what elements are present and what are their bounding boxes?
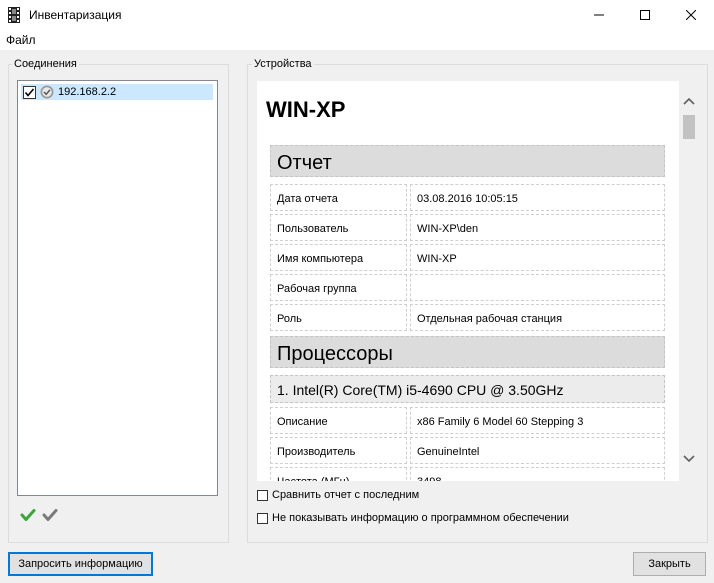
menu-bar: Файл bbox=[0, 30, 714, 50]
close-button[interactable]: Закрыть bbox=[633, 552, 706, 576]
window-title: Инвентаризация bbox=[29, 8, 122, 22]
report-view[interactable]: WIN-XP Отчет Дата отчета 03.08.2016 10:0… bbox=[257, 81, 679, 481]
film-icon bbox=[8, 7, 20, 23]
section-report: Отчет bbox=[270, 145, 665, 177]
table-row: Имя компьютера WIN-XP bbox=[270, 244, 665, 271]
maximize-icon bbox=[640, 10, 650, 20]
connections-list[interactable]: 192.168.2.2 bbox=[17, 80, 218, 496]
title-bar: Инвентаризация bbox=[0, 0, 714, 30]
row-value: 03.08.2016 10:05:15 bbox=[410, 184, 665, 211]
row-value bbox=[410, 274, 665, 301]
table-row: Дата отчета 03.08.2016 10:05:15 bbox=[270, 184, 665, 211]
row-label: Роль bbox=[270, 304, 407, 331]
processor-subtitle: 1. Intel(R) Core(TM) i5-4690 CPU @ 3.50G… bbox=[270, 375, 665, 403]
hide-software-checkbox[interactable] bbox=[257, 513, 268, 524]
report-scrollbar[interactable] bbox=[679, 92, 698, 469]
row-label: Пользователь bbox=[270, 214, 407, 241]
row-value: WIN-XP bbox=[410, 244, 665, 271]
devices-label: Устройства bbox=[252, 58, 314, 70]
gray-check-icon[interactable] bbox=[42, 507, 58, 523]
section-processors: Процессоры bbox=[270, 336, 665, 368]
close-window-button[interactable] bbox=[668, 0, 714, 30]
row-value: Отдельная рабочая станция bbox=[410, 304, 665, 331]
table-row: Описание x86 Family 6 Model 60 Stepping … bbox=[270, 407, 665, 434]
compare-checkbox[interactable] bbox=[257, 490, 268, 501]
request-info-button[interactable]: Запросить информацию bbox=[8, 552, 153, 576]
row-value: x86 Family 6 Model 60 Stepping 3 bbox=[410, 407, 665, 434]
row-label: Описание bbox=[270, 407, 407, 434]
row-value: 3498 bbox=[410, 467, 665, 481]
compare-label: Сравнить отчет с последним bbox=[272, 489, 420, 501]
scrollbar-thumb[interactable] bbox=[683, 115, 695, 139]
row-label: Дата отчета bbox=[270, 184, 407, 211]
check-circle-icon bbox=[40, 85, 54, 99]
minimize-button[interactable] bbox=[576, 0, 622, 30]
maximize-button[interactable] bbox=[622, 0, 668, 30]
chevron-down-icon[interactable] bbox=[683, 455, 695, 463]
row-value: GenuineIntel bbox=[410, 437, 665, 464]
connections-label: Соединения bbox=[12, 58, 79, 70]
chevron-up-icon[interactable] bbox=[683, 97, 695, 105]
connection-item[interactable]: 192.168.2.2 bbox=[21, 84, 213, 100]
table-row: Производитель GenuineIntel bbox=[270, 437, 665, 464]
table-row: Рабочая группа bbox=[270, 274, 665, 301]
row-label: Производитель bbox=[270, 437, 407, 464]
minimize-icon bbox=[594, 14, 604, 16]
host-title: WIN-XP bbox=[266, 97, 346, 122]
connection-label: 192.168.2.2 bbox=[58, 86, 117, 98]
row-label: Частота (МГц) bbox=[270, 467, 407, 481]
table-row: Частота (МГц) 3498 bbox=[270, 467, 665, 481]
menu-file[interactable]: Файл bbox=[6, 33, 36, 47]
table-row: Роль Отдельная рабочая станция bbox=[270, 304, 665, 331]
green-check-icon[interactable] bbox=[20, 507, 36, 523]
hide-software-label: Не показывать информацию о программном о… bbox=[272, 512, 569, 524]
close-icon bbox=[686, 10, 696, 20]
row-label: Рабочая группа bbox=[270, 274, 407, 301]
row-label: Имя компьютера bbox=[270, 244, 407, 271]
table-row: Пользователь WIN-XP\den bbox=[270, 214, 665, 241]
row-value: WIN-XP\den bbox=[410, 214, 665, 241]
checkbox-checked-icon[interactable] bbox=[23, 86, 36, 99]
